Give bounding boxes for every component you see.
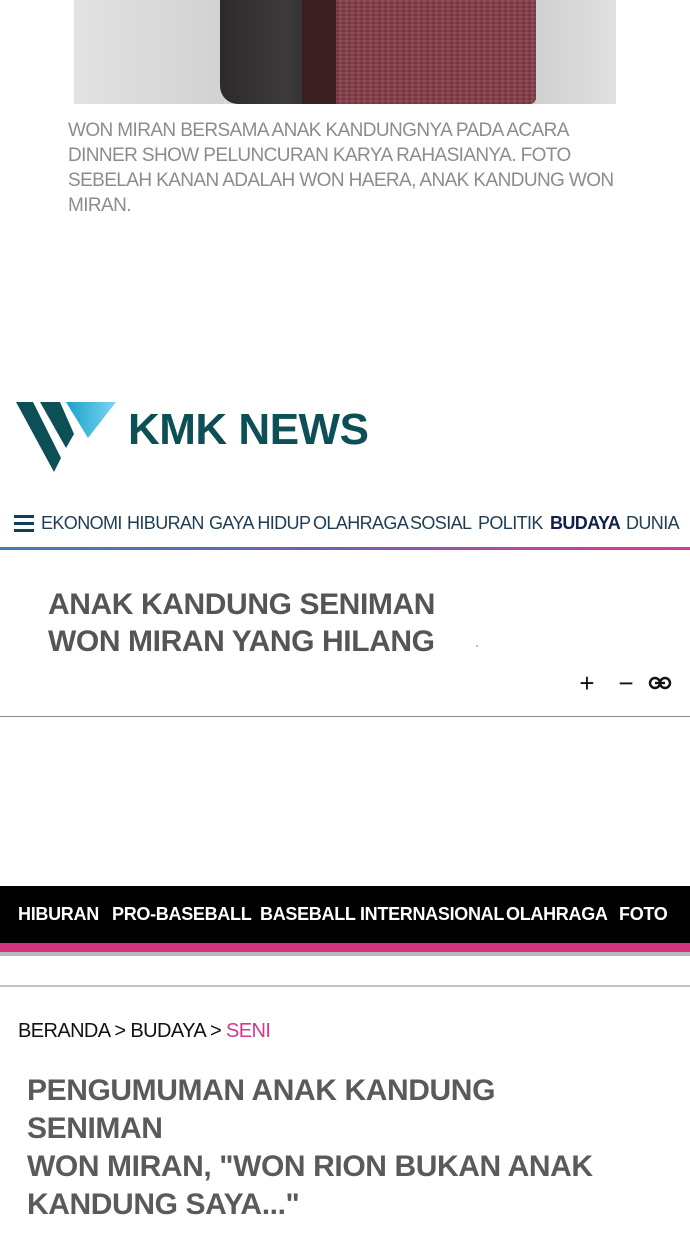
photo-caption: WON MIRAN BERSAMA ANAK KANDUNGNYA PADA A… [68,120,614,216]
headline-line: KANDUNG SAYA..." [27,1188,300,1221]
category-item-foto[interactable]: FOTO [619,904,668,925]
breadcrumb-section[interactable]: BUDAYA [130,1020,205,1042]
nav-item-gaya-hidup[interactable]: GAYA HIDUP [209,513,311,534]
nav-divider [0,547,690,550]
nav-item-ekonomi[interactable]: EKONOMI [41,513,122,534]
link-icon[interactable] [648,673,672,693]
article-title-line: ANAK KANDUNG SENIMAN [48,588,435,621]
nav-item-hiburan[interactable]: HIBURAN [127,513,204,534]
nav-item-politik[interactable]: POLITIK [478,513,543,534]
breadcrumb-current[interactable]: SENI [226,1020,271,1042]
category-item-baseball-internasional[interactable]: BASEBALL INTERNASIONAL [260,904,504,925]
headline: PENGUMUMAN ANAK KANDUNG SENIMAN WON MIRA… [27,1072,627,1224]
nav-item-sosial[interactable]: SOSIAL [410,513,472,534]
article-photo [74,0,616,104]
site-name[interactable]: KMK NEWS [128,402,369,458]
accent-bar-shadow [0,952,690,956]
site-logo[interactable] [16,400,116,472]
nav-item-budaya[interactable]: BUDAYA [550,513,621,534]
breadcrumb: BERANDA > BUDAYA > SENI [18,1020,271,1043]
breadcrumb-separator: > [209,1020,222,1042]
breadcrumb-home[interactable]: BERANDA [18,1020,110,1042]
nav-item-dunia[interactable]: DUNIA [626,513,680,534]
article-title-line: WON MIRAN YANG HILANG [48,625,435,658]
article-title: ANAK KANDUNG SENIMAN WON MIRAN YANG HILA… [48,586,468,660]
headline-line: WON MIRAN, "WON RION BUKAN ANAK [27,1150,593,1183]
divider [0,716,690,717]
category-item-olahraga[interactable]: OLAHRAGA [506,904,608,925]
category-item-hiburan[interactable]: HIBURAN [18,904,99,925]
headline-line: PENGUMUMAN ANAK KANDUNG SENIMAN [27,1074,496,1145]
breadcrumb-separator: > [114,1020,126,1042]
accent-bar [0,943,690,952]
font-decrease-button[interactable]: − [613,670,639,696]
divider [0,985,690,987]
nav-item-olahraga[interactable]: OLAHRAGA [313,513,409,534]
decorative-dot [476,645,478,647]
hamburger-icon[interactable] [14,515,34,533]
category-item-pro-baseball[interactable]: PRO-BASEBALL [112,904,252,925]
font-increase-button[interactable]: + [574,670,600,696]
